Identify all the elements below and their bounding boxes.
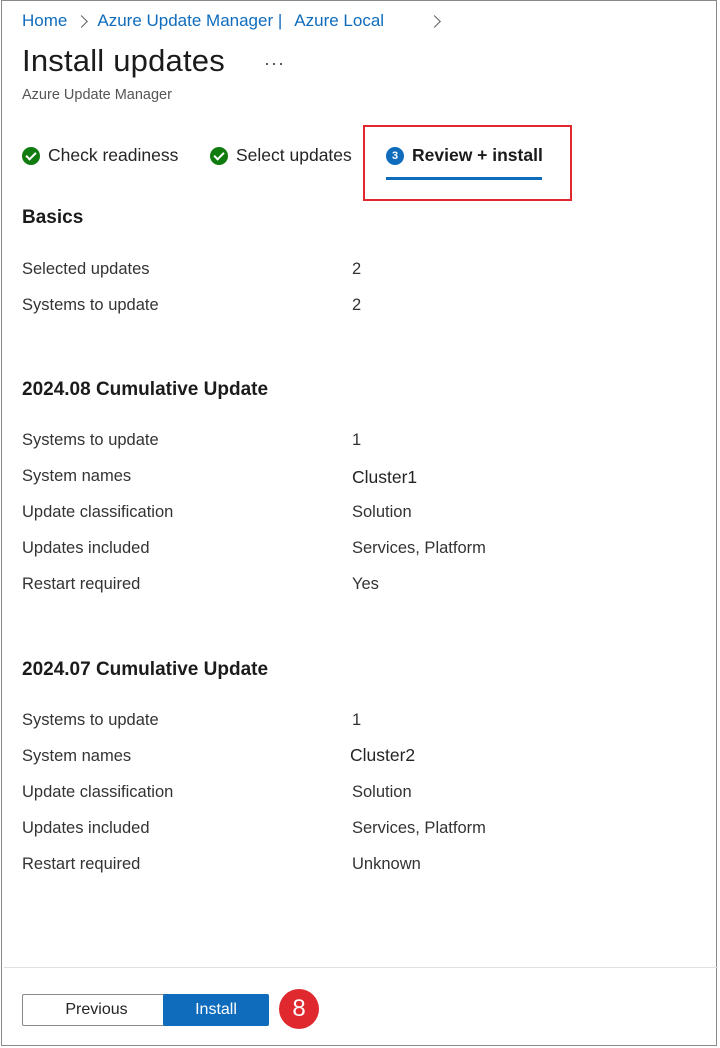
page-subtitle: Azure Update Manager — [22, 87, 172, 103]
check-circle-icon — [210, 146, 228, 165]
detail-value: Solution — [352, 503, 412, 521]
page-title: Install updates — [22, 43, 225, 78]
detail-label: Restart required — [22, 575, 141, 593]
footer-divider — [4, 967, 718, 968]
breadcrumb-azure-update-manager[interactable]: Azure Update Manager | — [97, 11, 282, 31]
breadcrumb-chevron-icon — [75, 13, 89, 30]
detail-value: 1 — [352, 711, 362, 729]
detail-value: Yes — [352, 575, 379, 593]
check-circle-icon — [22, 146, 40, 165]
highlight-box — [363, 125, 572, 201]
detail-label: System names — [22, 747, 132, 765]
detail-label: Update classification — [22, 503, 174, 521]
detail-row: System names Cluster2 — [22, 745, 662, 769]
detail-label: Selected updates — [22, 260, 150, 278]
detail-value: Cluster1 — [352, 467, 418, 487]
detail-label: Restart required — [22, 855, 141, 873]
detail-row: Restart required Unknown — [22, 855, 662, 879]
detail-row: Update classification Solution — [22, 783, 662, 807]
detail-value: Unknown — [352, 855, 421, 873]
install-button[interactable]: Install — [163, 994, 269, 1026]
previous-button[interactable]: Previous — [22, 994, 171, 1026]
detail-row: Selected updates 2 — [22, 260, 662, 284]
detail-value: Services, Platform — [352, 539, 486, 557]
detail-label: Updates included — [22, 819, 150, 837]
tab-label: Select updates — [236, 145, 352, 165]
detail-value: 2 — [352, 296, 362, 314]
tab-check-readiness[interactable]: Check readiness — [22, 145, 178, 166]
detail-row: Update classification Solution — [22, 503, 662, 527]
detail-value: 2 — [352, 260, 362, 278]
tab-select-updates[interactable]: Select updates — [210, 145, 352, 166]
detail-row: Systems to update 2 — [22, 296, 662, 320]
detail-label: System names — [22, 467, 132, 485]
detail-label: Systems to update — [22, 296, 159, 314]
detail-row: Restart required Yes — [22, 575, 662, 599]
more-options-icon[interactable]: ··· — [264, 53, 285, 74]
install-updates-panel: Home Azure Update Manager | Azure Local … — [1, 0, 718, 1046]
section-title-update: 2024.08 Cumulative Update — [22, 379, 269, 400]
detail-label: Systems to update — [22, 431, 159, 449]
callout-badge: 8 — [279, 989, 319, 1029]
detail-row: System names Cluster1 — [22, 467, 662, 491]
detail-row: Updates included Services, Platform — [22, 539, 662, 563]
detail-row: Updates included Services, Platform — [22, 819, 662, 843]
detail-row: Systems to update 1 — [22, 711, 662, 735]
detail-label: Update classification — [22, 783, 174, 801]
detail-value: Cluster2 — [350, 745, 416, 765]
detail-value: 1 — [352, 431, 362, 449]
section-title-basics: Basics — [22, 207, 84, 228]
detail-value: Services, Platform — [352, 819, 486, 837]
detail-label: Updates included — [22, 539, 150, 557]
breadcrumb: Home Azure Update Manager | Azure Local — [22, 9, 450, 33]
detail-value: Solution — [352, 783, 412, 801]
breadcrumb-home[interactable]: Home — [22, 11, 67, 31]
breadcrumb-azure-local[interactable]: Azure Local — [294, 11, 384, 31]
breadcrumb-chevron-icon — [428, 13, 441, 30]
tab-label: Check readiness — [48, 145, 179, 165]
section-title-update: 2024.07 Cumulative Update — [22, 659, 269, 680]
detail-row: Systems to update 1 — [22, 431, 662, 455]
detail-label: Systems to update — [22, 711, 159, 729]
